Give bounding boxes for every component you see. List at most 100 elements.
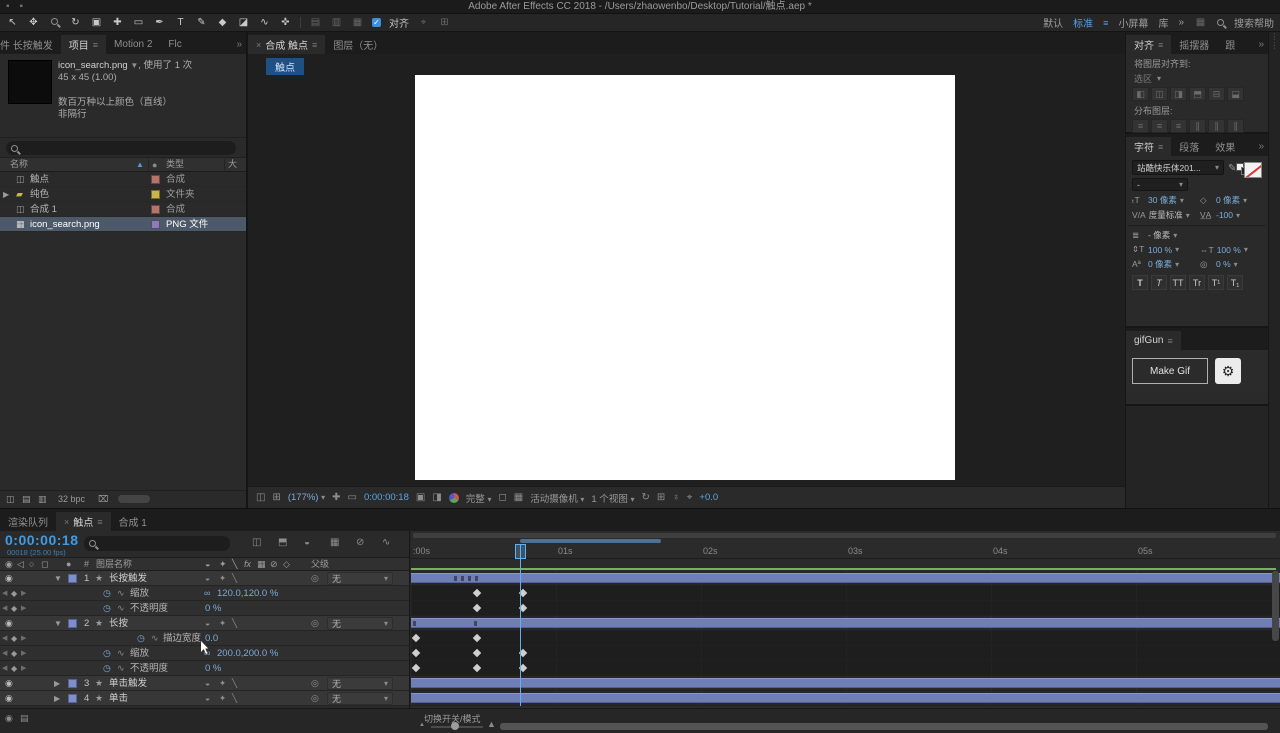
puppet-tool-icon[interactable]: ✜ <box>279 15 292 31</box>
tab-render-queue[interactable]: 渲染队列 <box>0 512 56 531</box>
tracking-control[interactable]: V̲A̲ -100 ▾ <box>1200 209 1264 221</box>
comp-current-time[interactable]: 0:00:00:18 <box>364 492 409 503</box>
font-family-dropdown[interactable]: 站酷快乐体201... ▾ <box>1132 160 1224 175</box>
tab-wiggler[interactable]: 摇摆器 <box>1171 35 1217 54</box>
mini-flowchart-icon[interactable]: ◫ <box>252 537 261 548</box>
show-channels-icon[interactable] <box>448 492 459 503</box>
horizontal-scale-control[interactable]: ⇔T 100 % ▾ <box>1200 244 1264 255</box>
graph-editor-icon[interactable]: ∿ <box>382 537 390 548</box>
brush-tool-icon[interactable]: ✎ <box>195 15 208 31</box>
property-name[interactable]: 描边宽度 <box>163 631 201 646</box>
next-keyframe-icon[interactable]: ▶ <box>21 601 26 616</box>
property-track[interactable] <box>411 586 1280 601</box>
timeline-zoom-knob[interactable] <box>451 722 459 730</box>
layer-duration-bar[interactable] <box>411 693 1280 703</box>
snap-option-icon[interactable]: ⊞ <box>438 15 451 31</box>
keyframe-icon[interactable] <box>472 633 482 643</box>
camera-dropdown[interactable]: 活动摄像机 ▾ <box>530 491 584 505</box>
eyedropper-icon[interactable]: ✎ <box>1228 163 1236 174</box>
camera-tool-icon[interactable]: ▣ <box>90 15 103 31</box>
add-keyframe-icon[interactable]: ◆ <box>11 646 17 661</box>
align-vcenter-button[interactable]: ⊟ <box>1208 87 1225 101</box>
grid-guides-icon[interactable]: ✚ <box>332 492 340 503</box>
roto-brush-tool-icon[interactable]: ∿ <box>258 15 271 31</box>
parent-dropdown[interactable]: 无 ▾ <box>327 617 393 630</box>
make-gif-button[interactable]: Make Gif <box>1132 358 1208 384</box>
vertical-scale-control[interactable]: ⇕T 100 % ▾ <box>1132 244 1196 255</box>
sort-ascending-icon[interactable]: ▲ <box>136 158 144 172</box>
interpret-footage-icon[interactable]: ◫ <box>6 491 15 507</box>
tsume-control[interactable]: ◎ 0 % ▾ <box>1200 258 1264 270</box>
layer-name[interactable]: 单击触发 <box>109 676 147 691</box>
project-item-row[interactable]: ◫ 合成 1 合成 <box>0 202 246 217</box>
layer-name-column[interactable]: 图层名称 <box>96 558 132 571</box>
tab-layer-viewer[interactable]: 图层（无） <box>325 35 391 54</box>
item-name[interactable]: icon_search.png <box>30 217 100 232</box>
all-caps-button[interactable]: TT <box>1170 275 1186 290</box>
panel-menu-icon[interactable]: ≡ <box>93 40 98 50</box>
keyframe-icon[interactable] <box>411 663 421 673</box>
expand-layer-controls-icon[interactable]: ◉ <box>5 713 13 724</box>
window-control-icon[interactable]: ▪ <box>6 0 10 14</box>
layer-color-swatch[interactable] <box>68 679 77 688</box>
parent-pickwhip-icon[interactable]: ◎ <box>311 691 319 706</box>
distribute-top-button[interactable]: ≡ <box>1132 119 1149 133</box>
keyframe-icon[interactable] <box>472 603 482 613</box>
layer-color-swatch[interactable] <box>68 619 77 628</box>
layer-color-swatch[interactable] <box>68 694 77 703</box>
axis-mode-world-icon[interactable]: ▥ <box>330 15 343 31</box>
view-layout-dropdown[interactable]: 1 个视图 ▾ <box>591 491 634 505</box>
snap-label[interactable]: 对齐 <box>389 15 409 30</box>
pan-behind-tool-icon[interactable]: ✚ <box>111 15 124 31</box>
twirl-right-icon[interactable]: ▶ <box>3 187 9 202</box>
parent-dropdown[interactable]: 无 ▾ <box>327 572 393 585</box>
project-search-input[interactable] <box>6 141 236 155</box>
layer-track[interactable] <box>411 571 1280 586</box>
frame-blend-icon[interactable]: ▦ <box>330 537 339 548</box>
distribute-bottom-button[interactable]: ≡ <box>1170 119 1187 133</box>
window-control-icon[interactable]: ▪ <box>20 0 24 14</box>
metrics-control[interactable]: V/A 度量标准 ▾ <box>1132 209 1196 221</box>
parent-pickwhip-icon[interactable]: ◎ <box>311 676 319 691</box>
axis-mode-view-icon[interactable]: ▦ <box>351 15 364 31</box>
new-folder-icon[interactable]: ▤ <box>22 491 31 507</box>
distribute-hcenter-button[interactable]: ∥ <box>1208 119 1225 133</box>
snap-option-icon[interactable]: ⌖ <box>417 15 430 31</box>
keyframe-icon[interactable] <box>472 663 482 673</box>
new-composition-icon[interactable]: ▥ <box>38 491 47 507</box>
more-tabs-chevron[interactable]: » <box>232 35 246 54</box>
twirl-right-icon[interactable]: ▶ <box>54 676 60 691</box>
tab-effects[interactable]: 效果 <box>1207 137 1243 156</box>
stopwatch-icon[interactable]: ◷ <box>103 601 111 616</box>
faux-italic-button[interactable]: T <box>1151 275 1167 290</box>
add-keyframe-icon[interactable]: ◆ <box>11 601 17 616</box>
add-keyframe-icon[interactable]: ◆ <box>11 661 17 676</box>
collapse-switch[interactable]: ✦ <box>219 616 226 631</box>
align-left-button[interactable]: ◧ <box>1132 87 1149 101</box>
eye-icon[interactable]: ◉ <box>5 571 13 586</box>
tab-project[interactable]: 项目 ≡ <box>60 35 107 54</box>
time-ruler[interactable]: :00s 01s 02s 03s 04s 05s <box>411 544 1280 559</box>
shy-switch[interactable]: ◒ <box>205 616 210 631</box>
label-color-swatch[interactable] <box>151 175 160 184</box>
align-hcenter-button[interactable]: ◫ <box>1151 87 1168 101</box>
workspace-overflow-chevron[interactable]: » <box>1178 17 1184 28</box>
prev-keyframe-icon[interactable]: ◀ <box>2 586 7 601</box>
parent-dropdown[interactable]: 无 ▾ <box>327 677 393 690</box>
tab-timeline-comp[interactable]: × 触点 ≡ <box>56 512 111 531</box>
align-to-dropdown[interactable]: 选区 ▾ <box>1126 70 1268 85</box>
link-icon[interactable]: ∞ <box>204 586 210 601</box>
layer-track[interactable] <box>411 616 1280 631</box>
stopwatch-icon[interactable]: ◷ <box>103 661 111 676</box>
close-tab-icon[interactable]: × <box>64 517 69 527</box>
workspace-bar-icon[interactable]: ▦ <box>1194 15 1207 31</box>
tab-composition[interactable]: × 合成 触点 ≡ <box>248 35 326 54</box>
add-keyframe-icon[interactable]: ◆ <box>11 631 17 646</box>
twirl-down-icon[interactable]: ▼ <box>54 616 62 631</box>
shy-switch[interactable]: ◒ <box>205 571 210 586</box>
more-tabs-chevron[interactable]: » <box>1254 137 1268 156</box>
tab-effect-controls[interactable]: 件 长按触发 <box>0 35 61 54</box>
prev-keyframe-icon[interactable]: ◀ <box>2 646 7 661</box>
timeline-button-icon[interactable]: ♁ <box>672 492 680 503</box>
tab-align[interactable]: 对齐 ≡ <box>1126 35 1172 54</box>
